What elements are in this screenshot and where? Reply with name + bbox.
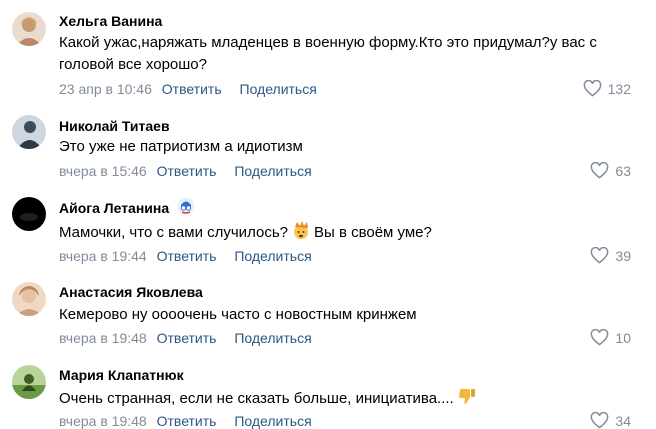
share-button[interactable]: Поделиться (234, 330, 311, 346)
comment-meta: 23 апр в 10:46 Ответить Поделиться (59, 81, 317, 97)
reply-button[interactable]: Ответить (162, 81, 222, 97)
reply-button[interactable]: Ответить (157, 330, 217, 346)
comment-meta: вчера в 15:46 Ответить Поделиться (59, 163, 312, 179)
author-name[interactable]: Николай Титаев (59, 118, 170, 134)
like-count: 10 (615, 329, 631, 346)
heart-icon (591, 162, 609, 179)
exploding-head-emoji-icon (291, 220, 311, 247)
comment-text: Очень странная, если не сказать больше, … (59, 386, 619, 413)
like-count: 34 (615, 412, 631, 429)
comment-text: Мамочки, что с вами случилось? Вы в своём… (59, 220, 619, 247)
like-button[interactable]: 63 (590, 162, 631, 179)
like-button[interactable]: 132 (583, 80, 631, 97)
heart-icon (583, 80, 601, 97)
reply-button[interactable]: Ответить (157, 163, 217, 179)
heart-icon (591, 247, 609, 264)
comment-time[interactable]: вчера в 19:48 (59, 330, 147, 346)
verified-badge-icon (177, 197, 195, 220)
share-button[interactable]: Поделиться (234, 248, 311, 264)
author-name[interactable]: Хельга Ванина (59, 13, 162, 29)
like-count: 63 (615, 162, 631, 179)
avatar[interactable] (12, 197, 46, 231)
comment-meta: вчера в 19:48 Ответить Поделиться (59, 330, 312, 346)
comment-time[interactable]: вчера в 15:46 (59, 163, 147, 179)
share-button[interactable]: Поделиться (240, 81, 317, 97)
avatar[interactable] (12, 282, 46, 316)
thumbs-down-emoji-icon (457, 386, 477, 413)
author-name[interactable]: Анастасия Яковлева (59, 284, 203, 300)
comment-text: Это уже не патриотизм а идиотизм (59, 138, 303, 155)
heart-icon (591, 412, 609, 429)
comment-meta: вчера в 19:44 Ответить Поделиться (59, 248, 312, 264)
like-count: 39 (615, 247, 631, 264)
comment-text: Какой ужас,наряжать младенцев в военную … (59, 34, 597, 73)
like-button[interactable]: 10 (590, 329, 631, 346)
reply-button[interactable]: Ответить (157, 248, 217, 264)
like-button[interactable]: 34 (590, 412, 631, 429)
comment-time[interactable]: 23 апр в 10:46 (59, 81, 152, 97)
heart-icon (591, 329, 609, 346)
avatar[interactable] (12, 365, 46, 399)
avatar[interactable] (12, 12, 46, 46)
comment-time[interactable]: вчера в 19:44 (59, 248, 147, 264)
share-button[interactable]: Поделиться (234, 163, 311, 179)
like-count: 132 (607, 80, 631, 97)
like-button[interactable]: 39 (590, 247, 631, 264)
comment-text: Кемерово ну оооочень часто с новостным к… (59, 306, 417, 323)
author-name[interactable]: Айога Летанина (59, 200, 169, 216)
avatar[interactable] (12, 115, 46, 149)
author-name[interactable]: Мария Клапатнюк (59, 367, 184, 383)
